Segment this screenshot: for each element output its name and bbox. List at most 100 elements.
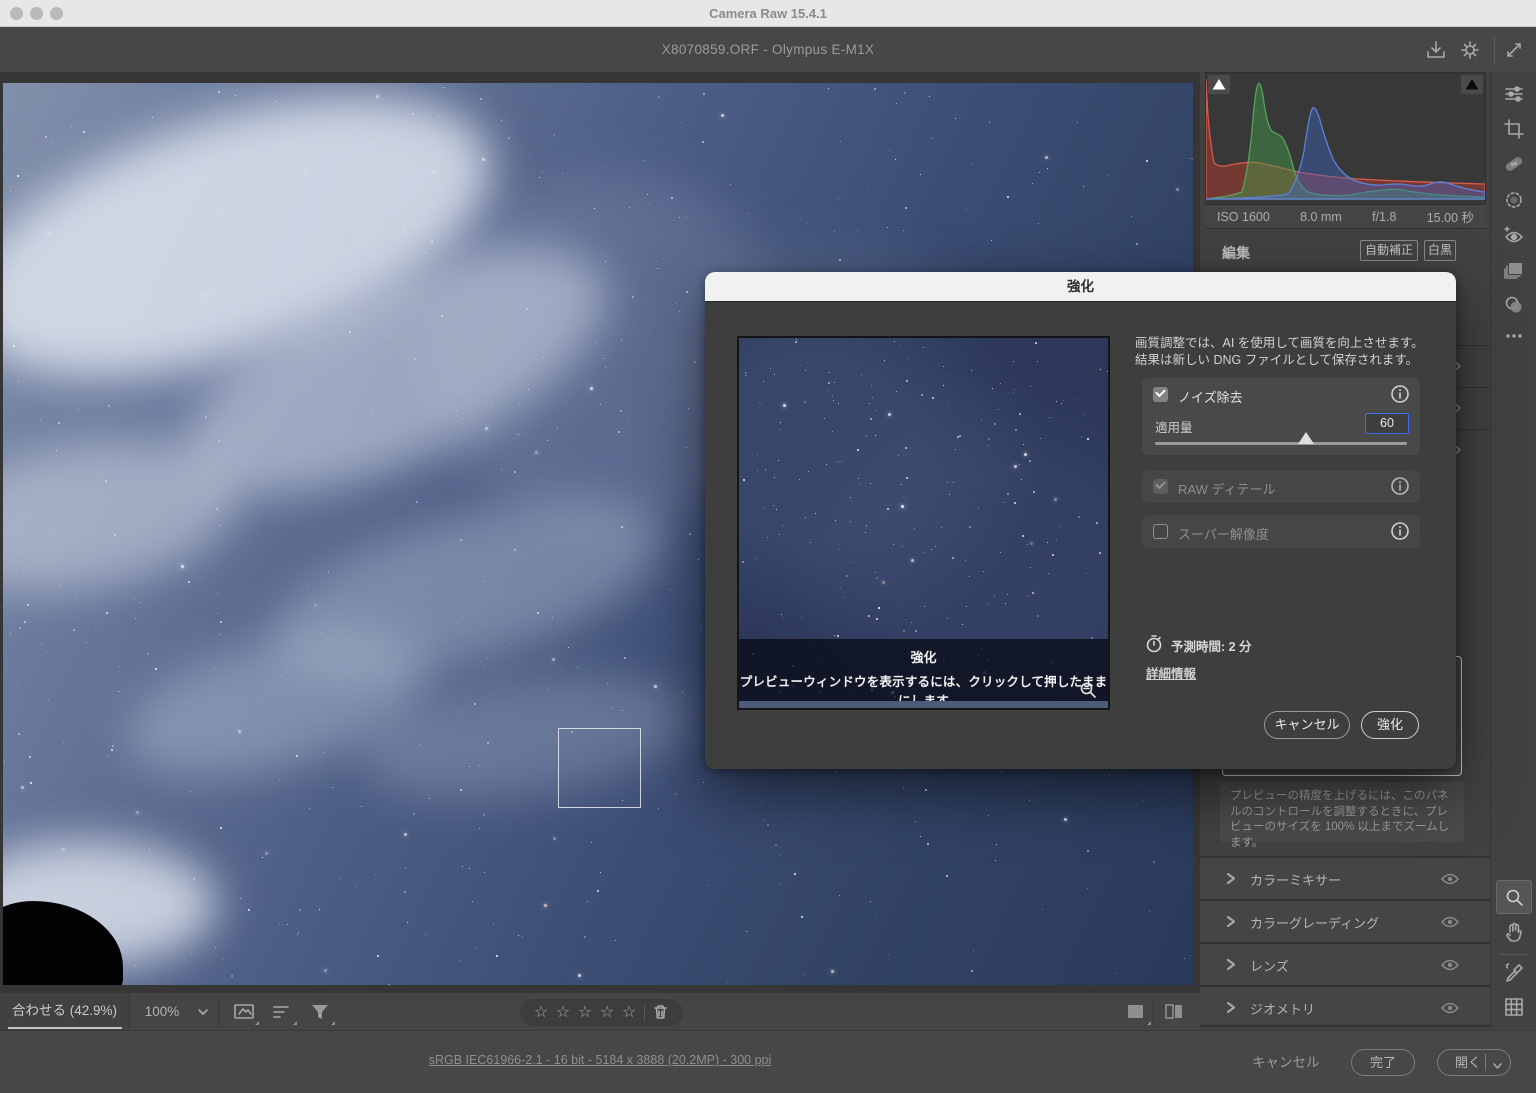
panel-label: カラーグレーディング <box>1250 913 1379 932</box>
enhance-dialog: 強化 強化 プレビューウィンドウを表示するには、クリックして押したままにします … <box>705 272 1456 769</box>
enhance-dialog-title: 強化 <box>705 272 1456 302</box>
preview-overlay-title: 強化 <box>739 647 1108 666</box>
highlight-clipping-indicator[interactable] <box>1461 75 1483 94</box>
shadow-clipping-indicator[interactable] <box>1208 75 1230 94</box>
crop-icon[interactable] <box>1502 117 1526 141</box>
open-split-button[interactable]: 開く <box>1437 1049 1511 1076</box>
window-title: Camera Raw 15.4.1 <box>0 0 1536 27</box>
panel-color-mixer[interactable]: カラーミキサー <box>1200 856 1490 898</box>
super-resolution-label: スーパー解像度 <box>1178 524 1269 543</box>
more-info-link[interactable]: 詳細情報 <box>1146 663 1196 682</box>
white-balance-eyedropper-icon[interactable] <box>1502 960 1526 984</box>
presets-icon[interactable] <box>1502 293 1526 317</box>
toolbar-divider <box>218 997 219 1027</box>
sort-order-icon[interactable] <box>270 1001 294 1023</box>
masking-icon[interactable] <box>1502 188 1526 212</box>
open-chevron-down-icon[interactable] <box>1490 1056 1505 1070</box>
macos-titlebar: Camera Raw 15.4.1 <box>0 0 1536 27</box>
zoom-fit-label: 合わせる (42.9%) <box>12 1003 117 1018</box>
zoom-fit-button[interactable]: 合わせる (42.9%) <box>0 993 130 1031</box>
rating-star[interactable]: ☆ <box>618 1000 640 1026</box>
denoise-label: ノイズ除去 <box>1178 387 1243 406</box>
color-space-info-link[interactable]: sRGB IEC61966-2.1 - 16 bit - 5184 x 3888… <box>0 1053 1200 1067</box>
denoise-info-icon[interactable] <box>1390 384 1410 404</box>
before-after-view-icon[interactable] <box>1162 1001 1186 1023</box>
auto-correct-button[interactable]: 自動補正 <box>1360 240 1418 261</box>
single-view-icon[interactable] <box>1124 1001 1148 1023</box>
select-image-icon[interactable] <box>232 1001 256 1023</box>
panel-label: レンズ <box>1250 956 1289 975</box>
amount-label: 適用量 <box>1155 417 1193 436</box>
done-button[interactable]: 完了 <box>1351 1049 1415 1076</box>
chevron-right-icon[interactable] <box>1224 1000 1238 1015</box>
amount-slider-thumb[interactable] <box>1298 432 1314 444</box>
enhance-preview[interactable]: 強化 プレビューウィンドウを表示するには、クリックして押したままにします (強化… <box>737 336 1110 710</box>
focal-length-value: 8.0 mm <box>1300 210 1342 224</box>
eye-icon[interactable] <box>1440 914 1460 930</box>
filter-funnel-icon[interactable] <box>308 1001 332 1023</box>
exif-info-bar: ISO 1600 8.0 mm f/1.8 15.00 秒 <box>1205 205 1486 229</box>
chevron-right-icon[interactable] <box>1224 957 1238 972</box>
aperture-value: f/1.8 <box>1372 210 1396 224</box>
toolbar-divider <box>1153 997 1154 1027</box>
snapshots-icon[interactable] <box>1502 258 1526 282</box>
raw-detail-info-icon[interactable] <box>1390 476 1410 496</box>
super-resolution-checkbox[interactable] <box>1153 524 1168 539</box>
panel-lens[interactable]: レンズ <box>1200 942 1490 984</box>
iso-value: ISO 1600 <box>1217 210 1270 224</box>
eye-icon[interactable] <box>1440 957 1460 973</box>
red-eye-icon[interactable] <box>1502 223 1526 247</box>
zoom-level-chevron-down-icon[interactable] <box>194 1004 212 1020</box>
panel-label: カラーミキサー <box>1250 870 1341 889</box>
eye-icon[interactable] <box>1440 1000 1460 1016</box>
camera-raw-window: Camera Raw 15.4.1 X8070859.ORF - Olympus… <box>0 0 1536 1093</box>
rating-star[interactable]: ☆ <box>530 1000 552 1026</box>
app-header: X8070859.ORF - Olympus E-M1X <box>0 28 1536 72</box>
dialog-cancel-button[interactable]: キャンセル <box>1264 711 1350 739</box>
super-resolution-info-icon[interactable] <box>1390 521 1410 541</box>
zoom-level-value[interactable]: 100% <box>131 993 193 1031</box>
panel-label: ジオメトリ <box>1250 999 1315 1018</box>
save-image-icon[interactable] <box>1424 38 1448 62</box>
hand-tool-icon[interactable] <box>1502 920 1526 944</box>
zoom-out-magnifier-icon[interactable] <box>1078 680 1098 700</box>
rating-star[interactable]: ☆ <box>574 1000 596 1026</box>
amount-value-field[interactable]: 60 <box>1365 413 1409 434</box>
zoom-magnifier-icon[interactable] <box>1502 885 1526 909</box>
fullscreen-icon[interactable] <box>1502 38 1526 62</box>
chevron-right-icon[interactable] <box>1224 914 1238 929</box>
edit-sliders-icon[interactable] <box>1502 82 1526 106</box>
viewer-toolbar: 合わせる (42.9%) 100% ☆ ☆ <box>0 992 1200 1030</box>
denoise-checkbox[interactable] <box>1153 387 1168 402</box>
rating-star[interactable]: ☆ <box>552 1000 574 1026</box>
healing-bandaid-icon[interactable] <box>1502 152 1526 176</box>
amount-slider[interactable] <box>1155 442 1407 445</box>
more-options-icon[interactable] <box>1502 324 1526 348</box>
stopwatch-icon <box>1145 634 1163 653</box>
enhance-description: 画質調整では、AI を使用して画質を向上させます。結果は新しい DNG ファイル… <box>1135 335 1427 369</box>
grid-overlay-icon[interactable] <box>1502 995 1526 1019</box>
preferences-gear-icon[interactable] <box>1458 38 1482 62</box>
reject-trash-icon[interactable] <box>649 999 671 1026</box>
estimate-text: 予測時間: 2 分 <box>1171 636 1252 655</box>
dialog-enhance-button[interactable]: 強化 <box>1361 711 1419 739</box>
preview-area-selection-rect[interactable] <box>558 728 641 808</box>
pill-divider <box>644 1004 645 1021</box>
histogram[interactable] <box>1205 72 1486 205</box>
black-white-button[interactable]: 白黒 <box>1424 240 1456 261</box>
denoise-option-box: ノイズ除去 適用量 60 <box>1142 378 1420 455</box>
filename-title: X8070859.ORF - Olympus E-M1X <box>0 28 1536 72</box>
rating-pill: ☆ ☆ ☆ ☆ ☆ <box>520 999 683 1026</box>
open-button-label[interactable]: 開く <box>1448 1050 1488 1075</box>
edit-panel-header: 編集 自動補正 白黒 <box>1200 235 1490 269</box>
panel-geometry[interactable]: ジオメトリ <box>1200 985 1490 1027</box>
chevron-right-icon[interactable] <box>1224 871 1238 886</box>
cancel-button[interactable]: キャンセル <box>1252 1051 1320 1071</box>
eye-icon[interactable] <box>1440 871 1460 887</box>
preview-zoom-tooltip: プレビューの精度を上げるには、このパネルのコントロールを調整するときに、プレビュ… <box>1220 782 1464 842</box>
zoom-fit-underline <box>8 1027 122 1029</box>
panel-color-grading[interactable]: カラーグレーディング <box>1200 899 1490 941</box>
rating-star[interactable]: ☆ <box>596 1000 618 1026</box>
raw-detail-checkbox[interactable] <box>1153 479 1168 494</box>
header-divider <box>1494 36 1495 64</box>
